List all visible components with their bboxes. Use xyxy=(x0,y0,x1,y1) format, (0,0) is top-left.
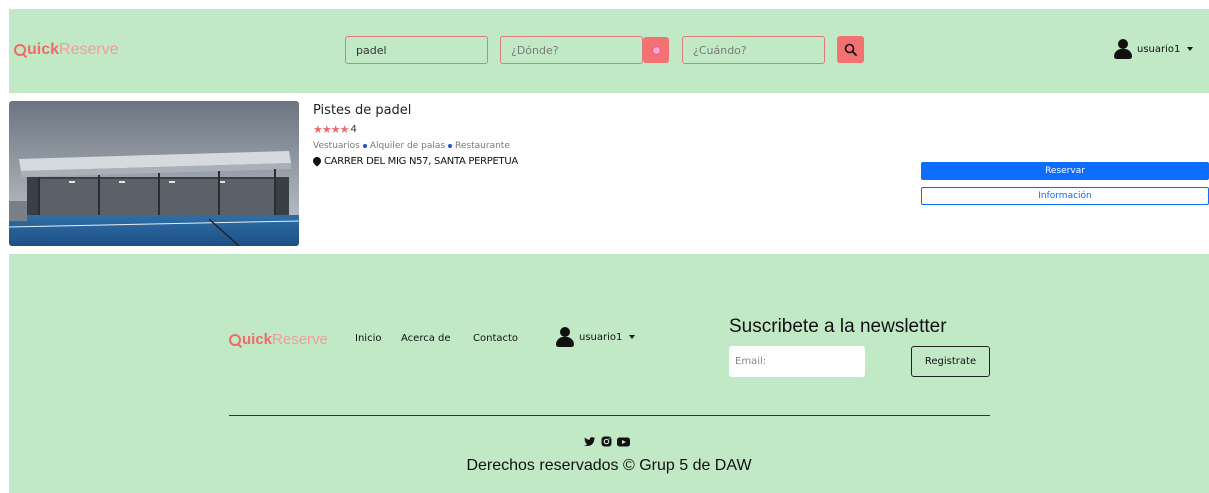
footer-nav-acerca[interactable]: Acerca de xyxy=(401,333,451,344)
search-button[interactable] xyxy=(837,36,864,63)
map-marker-icon xyxy=(313,157,321,167)
logo-mark: uick xyxy=(27,41,60,58)
amenity-item: Vestuarios xyxy=(313,141,360,151)
logo-rest: Reserve xyxy=(59,41,119,58)
location-pin-icon xyxy=(652,46,660,54)
info-button[interactable]: Información xyxy=(921,187,1209,205)
caret-down-icon xyxy=(629,335,636,339)
instagram-icon[interactable] xyxy=(601,436,612,447)
social-links xyxy=(584,436,630,447)
amenity-item: Restaurante xyxy=(455,141,510,151)
search-icon xyxy=(844,43,857,56)
address-text: CARRER DEL MIG N57, SANTA PERPETUA xyxy=(324,156,518,167)
rating-value: 4 xyxy=(350,124,357,135)
amenity-item: Alquiler de palas xyxy=(369,141,446,151)
user-icon xyxy=(1114,39,1132,59)
logo-rest: Reserve xyxy=(272,331,328,348)
user-icon xyxy=(556,327,574,347)
reserve-button[interactable]: Reservar xyxy=(921,162,1209,180)
search-input[interactable]: padel xyxy=(345,36,488,64)
footer-nav-inicio[interactable]: Inicio xyxy=(355,333,381,344)
logo-q-icon xyxy=(14,44,26,56)
header: uick Reserve padel ¿Dónde? ¿Cuándo? usuar… xyxy=(9,9,1209,93)
rating: ★★★★ 4 xyxy=(313,123,357,136)
footer-logo[interactable]: uick Reserve xyxy=(229,331,328,348)
footer: uick Reserve Inicio Acerca de Contacto us… xyxy=(9,254,1209,493)
newsletter-title: Suscribete a la newsletter xyxy=(729,316,947,337)
copyright: Derechos reservados © Grup 5 de DAW xyxy=(466,457,752,474)
court-photo xyxy=(9,101,299,246)
divider xyxy=(229,415,990,416)
result-card: Pistes de padel ★★★★ 4 Vestuarios Alquil… xyxy=(9,96,1209,251)
location-button[interactable] xyxy=(643,37,669,63)
page: uick Reserve padel ¿Dónde? ¿Cuándo? usuar… xyxy=(0,0,1209,493)
logo-mark: uick xyxy=(242,331,273,348)
footer-user-menu[interactable]: usuario1 xyxy=(556,327,636,347)
where-input[interactable]: ¿Dónde? xyxy=(500,36,643,64)
youtube-icon[interactable] xyxy=(617,437,630,447)
user-menu[interactable]: usuario1 xyxy=(1114,39,1194,59)
star-icons: ★★★★ xyxy=(313,123,349,136)
amenities-list: Vestuarios Alquiler de palas Restaurante xyxy=(313,141,510,151)
when-input[interactable]: ¿Cuándo? xyxy=(682,36,825,64)
twitter-icon[interactable] xyxy=(584,436,596,447)
footer-nav-contacto[interactable]: Contacto xyxy=(473,333,518,344)
address: CARRER DEL MIG N57, SANTA PERPETUA xyxy=(313,156,518,167)
logo-q-icon xyxy=(229,333,241,346)
bullet-icon xyxy=(362,144,367,148)
user-name: usuario1 xyxy=(579,331,623,343)
caret-down-icon xyxy=(1187,47,1194,51)
newsletter-email-input[interactable]: Email: xyxy=(729,346,865,377)
user-name: usuario1 xyxy=(1137,43,1181,55)
result-title[interactable]: Pistes de padel xyxy=(313,103,411,118)
newsletter-register-button[interactable]: Registrate xyxy=(911,346,990,377)
logo[interactable]: uick Reserve xyxy=(14,41,119,59)
bullet-icon xyxy=(448,144,453,148)
